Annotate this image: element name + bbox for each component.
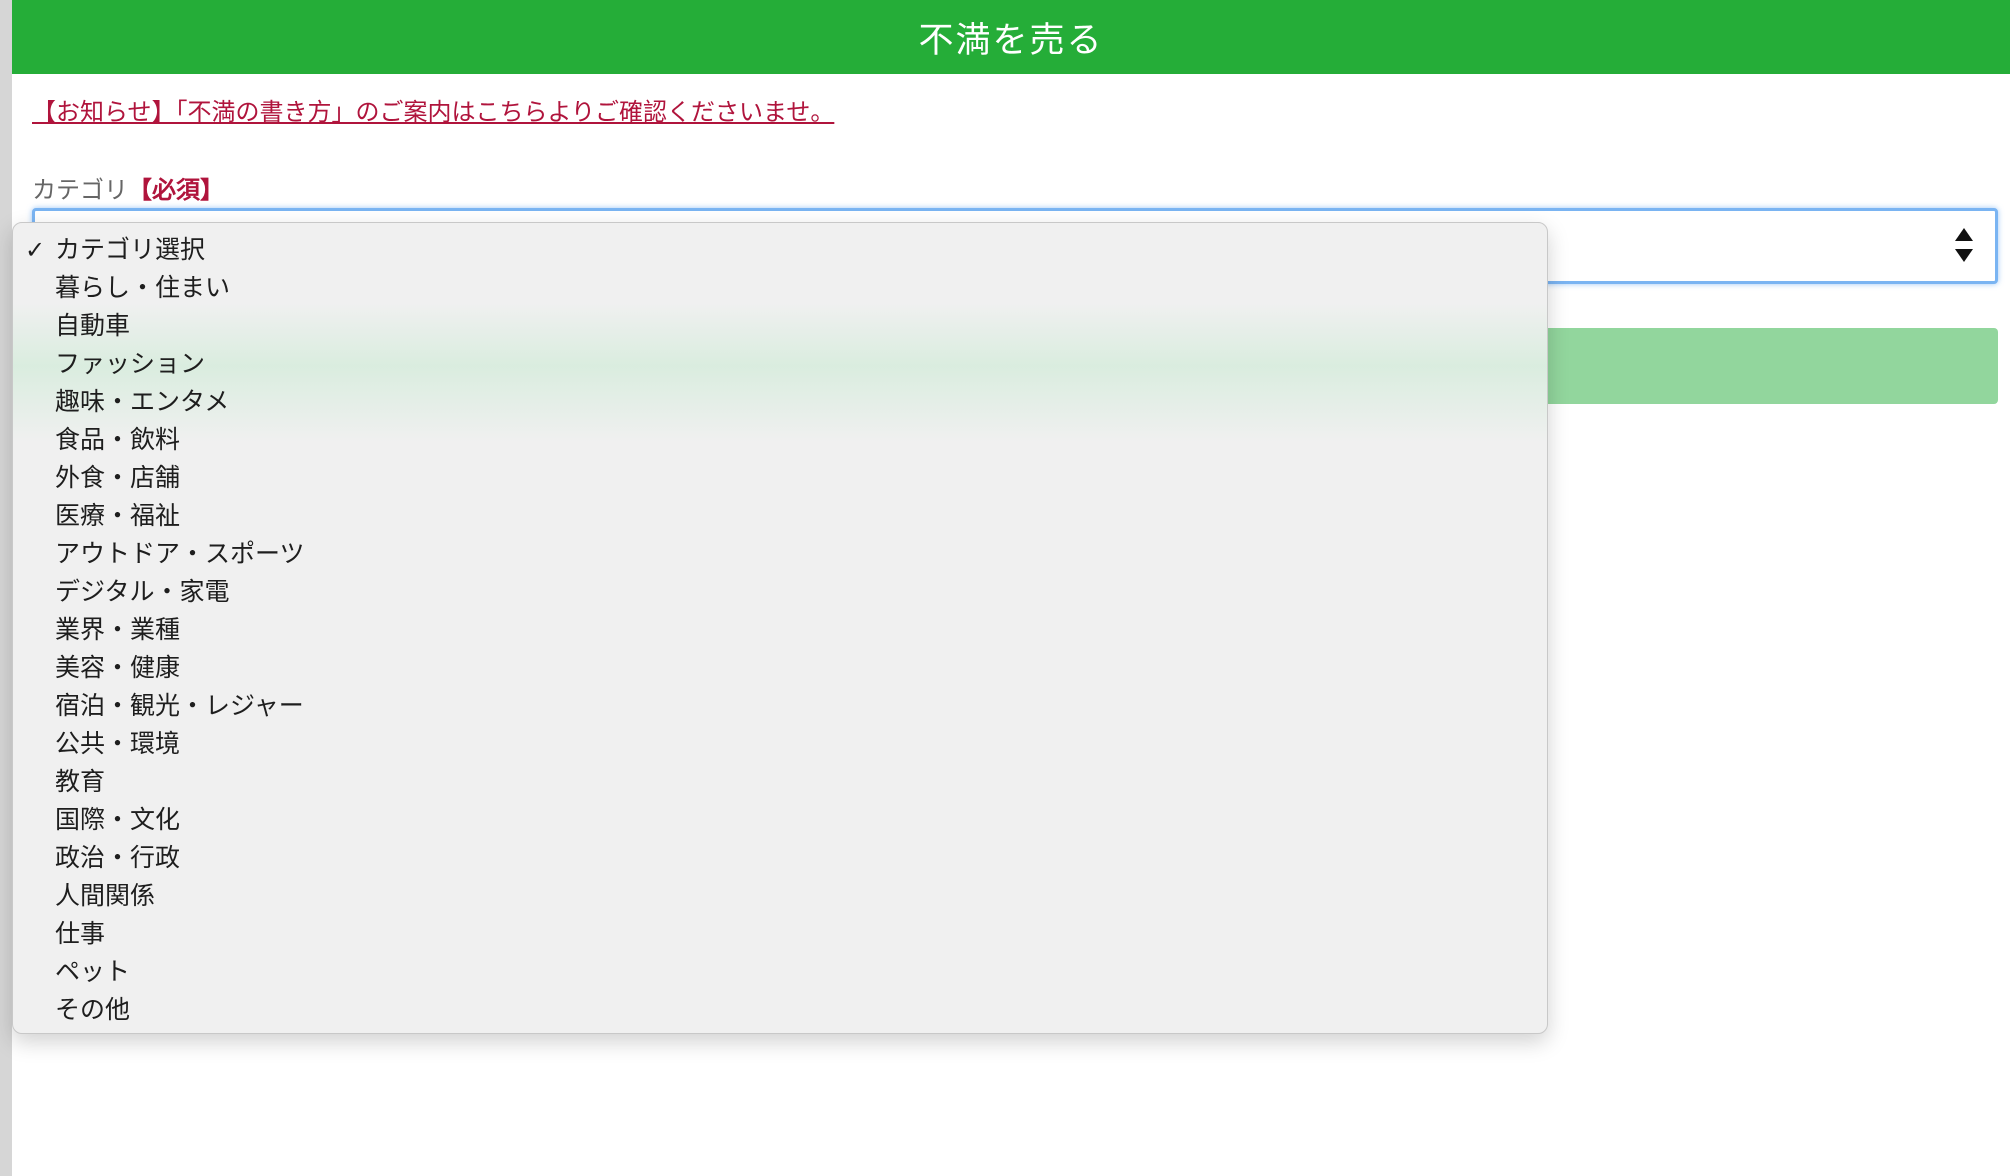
category-option[interactable]: 美容・健康	[13, 649, 1547, 687]
category-option[interactable]: 自動車	[13, 307, 1547, 345]
category-option[interactable]: デジタル・家電	[13, 573, 1547, 611]
notice-link[interactable]: 【お知らせ】「不満の書き方」のご案内はこちらよりご確認くださいませ。	[32, 92, 834, 127]
up-down-arrows-icon	[1955, 228, 1973, 262]
required-badge: 【必須】	[128, 176, 224, 204]
category-field-label: カテゴリ【必須】	[32, 170, 224, 205]
page-title: 不満を売る	[918, 20, 1104, 61]
page-header: 不満を売る	[12, 0, 2010, 74]
category-option[interactable]: その他	[13, 991, 1547, 1029]
category-option[interactable]: 宿泊・観光・レジャー	[13, 687, 1547, 725]
checkmark-icon: ✓	[25, 236, 46, 264]
category-option[interactable]: 国際・文化	[13, 801, 1547, 839]
category-option[interactable]: 業界・業種	[13, 611, 1547, 649]
category-option[interactable]: 暮らし・住まい	[13, 269, 1547, 307]
category-label-text: カテゴリ	[32, 176, 128, 204]
category-options-list: ✓ カテゴリ選択 暮らし・住まい 自動車 ファッション 趣味・エンタメ 食品・飲料…	[13, 231, 1547, 1029]
category-option[interactable]: アウトドア・スポーツ	[13, 535, 1547, 573]
category-option[interactable]: 医療・福祉	[13, 497, 1547, 535]
category-option[interactable]: ファッション	[13, 345, 1547, 383]
category-option[interactable]: 政治・行政	[13, 839, 1547, 877]
category-option[interactable]: 仕事	[13, 915, 1547, 953]
category-option[interactable]: 外食・店舗	[13, 459, 1547, 497]
category-option[interactable]: 人間関係	[13, 877, 1547, 915]
category-dropdown-menu[interactable]: ✓ カテゴリ選択 暮らし・住まい 自動車 ファッション 趣味・エンタメ 食品・飲料…	[12, 222, 1548, 1034]
category-option[interactable]: 教育	[13, 763, 1547, 801]
category-option[interactable]: ペット	[13, 953, 1547, 991]
category-option[interactable]: ✓ カテゴリ選択	[13, 231, 1547, 269]
category-option[interactable]: 公共・環境	[13, 725, 1547, 763]
category-option[interactable]: 食品・飲料	[13, 421, 1547, 459]
page: 不満を売る 【お知らせ】「不満の書き方」のご案内はこちらよりご確認くださいませ。…	[12, 0, 2010, 1176]
category-option[interactable]: 趣味・エンタメ	[13, 383, 1547, 421]
window-left-edge	[0, 0, 12, 1176]
